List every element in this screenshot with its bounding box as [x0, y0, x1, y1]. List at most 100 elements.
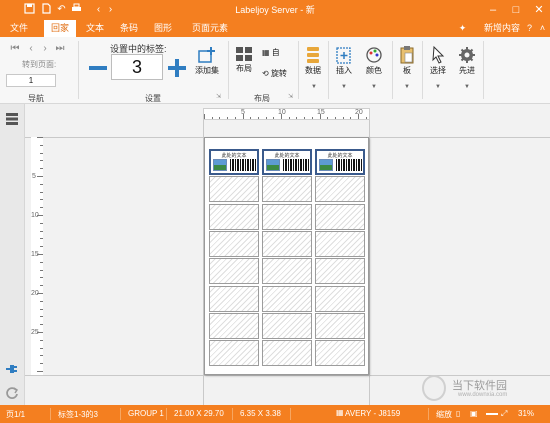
label-sheet[interactable]: 此处的文本 此处的文本 此处的文本: [204, 137, 369, 375]
ruler-tick: [40, 144, 43, 146]
status-group: GROUP 1: [128, 409, 164, 418]
insert-label: 插入: [336, 66, 352, 75]
tab-file[interactable]: 文件: [4, 20, 34, 37]
tab-graphics[interactable]: 图形: [150, 20, 176, 37]
select-label: 选择: [430, 66, 446, 75]
chevron-down-icon[interactable]: ▼: [341, 84, 347, 90]
group-divider: [328, 41, 329, 99]
label-count-field[interactable]: 3: [111, 54, 163, 80]
layout-button[interactable]: 布局: [232, 45, 256, 74]
label-empty[interactable]: [315, 176, 365, 203]
tab-home[interactable]: 回家: [44, 20, 76, 37]
first-page-icon[interactable]: ⏮: [9, 43, 21, 55]
label-empty[interactable]: [262, 340, 312, 367]
label-empty[interactable]: [209, 312, 259, 339]
ruler-tick: [40, 355, 43, 357]
ruler-tick: [273, 117, 275, 119]
ruler-tick: [37, 254, 43, 255]
insert-button[interactable]: 插入: [332, 45, 356, 76]
auto-label: 自: [271, 48, 280, 57]
label-empty[interactable]: [209, 230, 259, 257]
ruler-tick: [288, 117, 290, 119]
select-button[interactable]: 选择: [426, 45, 450, 76]
color-button[interactable]: 颜色: [362, 45, 386, 76]
chevron-down-icon[interactable]: ▼: [464, 84, 470, 90]
fit-page-icon[interactable]: ▣: [470, 409, 478, 418]
chevron-down-icon[interactable]: ▼: [371, 84, 377, 90]
status-divider: [50, 408, 51, 420]
help-icon[interactable]: ?: [524, 23, 535, 34]
new-content-link[interactable]: 新增内容: [484, 20, 520, 37]
ruler-tick: [37, 215, 43, 216]
ruler-tick: [227, 117, 229, 119]
page-view-icon[interactable]: ▯: [456, 409, 460, 418]
ruler-tick: [37, 176, 43, 177]
gear-icon: [459, 47, 475, 63]
label-empty[interactable]: [209, 285, 259, 312]
increase-button[interactable]: [166, 57, 188, 79]
close-button[interactable]: ✕: [528, 0, 550, 20]
label-filled[interactable]: 此处的文本: [209, 149, 259, 175]
rotate-label: 旋转: [270, 69, 287, 78]
ruler-tick: [37, 332, 43, 333]
rotate-button[interactable]: ⟲ 旋转: [262, 68, 287, 79]
label-empty[interactable]: [209, 203, 259, 230]
dialog-launcher-icon[interactable]: ⇲: [216, 93, 221, 100]
next-page-icon[interactable]: ›: [39, 43, 51, 55]
label-empty[interactable]: [315, 312, 365, 339]
plug-icon[interactable]: [5, 362, 19, 376]
zoom-slider[interactable]: [486, 413, 498, 415]
chevron-down-icon[interactable]: ▼: [435, 84, 441, 90]
zoom-value: 31%: [518, 409, 535, 418]
advanced-button[interactable]: 先进: [455, 45, 479, 76]
label-empty[interactable]: [209, 176, 259, 203]
decrease-button[interactable]: [87, 57, 109, 79]
ruler-tick: [40, 246, 43, 248]
label-empty[interactable]: [262, 285, 312, 312]
label-empty[interactable]: [209, 340, 259, 367]
refresh-icon[interactable]: [5, 386, 19, 400]
zoom-fit-icon[interactable]: ⤢: [501, 409, 507, 419]
layers-icon[interactable]: [5, 112, 19, 126]
group-label-layout: 布局: [254, 94, 270, 103]
tab-text[interactable]: 文本: [82, 20, 108, 37]
data-button[interactable]: 数据: [302, 45, 324, 76]
status-label-size: 6.35 X 3.38: [240, 409, 281, 418]
label-image-icon: [213, 159, 227, 171]
status-template[interactable]: AVERY - J8159: [345, 409, 400, 418]
tab-barcode[interactable]: 条码: [116, 20, 142, 37]
prev-page-icon[interactable]: ‹: [25, 43, 37, 55]
label-empty[interactable]: [262, 230, 312, 257]
advanced-label: 先进: [459, 66, 475, 75]
add-set-button[interactable]: 添加集: [192, 45, 222, 76]
page-number-input[interactable]: 1: [6, 74, 56, 87]
ruler-tick: [334, 117, 336, 119]
label-empty[interactable]: [209, 258, 259, 285]
cursor-icon: [432, 45, 445, 64]
collapse-ribbon-icon[interactable]: ˄: [537, 23, 548, 34]
chevron-down-icon[interactable]: ▼: [311, 84, 317, 90]
chevron-down-icon[interactable]: ▼: [404, 84, 410, 90]
tab-page-elements[interactable]: 页面元素: [188, 20, 232, 37]
label-empty[interactable]: [262, 203, 312, 230]
label-empty[interactable]: [262, 258, 312, 285]
label-empty[interactable]: [315, 340, 365, 367]
label-filled[interactable]: 此处的文本: [315, 149, 365, 175]
last-page-icon[interactable]: ⏭: [54, 43, 66, 55]
label-empty[interactable]: [262, 176, 312, 203]
label-empty[interactable]: [315, 258, 365, 285]
maximize-button[interactable]: □: [505, 0, 527, 20]
label-empty[interactable]: [315, 285, 365, 312]
dialog-launcher-icon[interactable]: ⇲: [288, 93, 293, 100]
watermark-text: 当下软件园: [452, 380, 507, 392]
label-filled[interactable]: 此处的文本: [262, 149, 312, 175]
ruler-tick: [365, 117, 367, 119]
board-button[interactable]: 板: [396, 45, 418, 76]
label-empty[interactable]: [315, 203, 365, 230]
ruler-tick: [40, 269, 43, 271]
auto-button[interactable]: ▦ 自: [262, 47, 280, 58]
minimize-button[interactable]: –: [482, 0, 504, 20]
label-empty[interactable]: [262, 312, 312, 339]
label-empty[interactable]: [315, 230, 365, 257]
group-divider: [78, 41, 79, 99]
